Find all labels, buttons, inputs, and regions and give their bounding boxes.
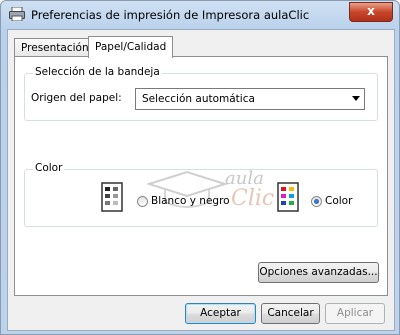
advanced-options-button[interactable]: Opciones avanzadas... xyxy=(258,262,379,283)
paper-source-value: Selección automática xyxy=(142,93,255,105)
color-printer-icon xyxy=(277,182,299,212)
printer-icon xyxy=(9,7,25,21)
radio-color[interactable] xyxy=(311,196,322,207)
paper-source-select[interactable]: Selección automática xyxy=(135,88,365,110)
tab-papel-calidad[interactable]: Papel/Calidad xyxy=(88,36,174,58)
window-title: Preferencias de impresión de Impresora a… xyxy=(31,8,310,22)
tab-presentacion[interactable]: Presentación xyxy=(14,38,96,57)
tray-group: Selección de la bandeja Origen del papel… xyxy=(24,66,378,121)
radio-blanco-y-negro-label: Blanco y negro xyxy=(151,195,230,207)
chevron-down-icon xyxy=(352,96,360,101)
dialog-window: Preferencias de impresión de Impresora a… xyxy=(0,0,400,335)
color-group: Color aula Clic Blanco y negro Color xyxy=(24,162,378,227)
close-icon: x xyxy=(367,4,375,18)
ok-button[interactable]: Aceptar xyxy=(185,303,256,324)
dialog-client: Presentación Papel/Calidad Selección de … xyxy=(7,29,395,331)
tab-panel: Selección de la bandeja Origen del papel… xyxy=(14,56,388,296)
watermark-text-bottom: Clic xyxy=(231,186,275,211)
tray-group-legend: Selección de la bandeja xyxy=(33,66,162,78)
radio-color-label: Color xyxy=(325,195,353,207)
close-button[interactable]: x xyxy=(349,2,393,22)
color-group-legend: Color xyxy=(33,162,65,174)
grayscale-printer-icon xyxy=(101,182,123,212)
title-bar[interactable]: Preferencias de impresión de Impresora a… xyxy=(1,1,399,29)
radio-blanco-y-negro[interactable] xyxy=(137,196,148,207)
paper-source-label: Origen del papel: xyxy=(31,92,122,104)
apply-button[interactable]: Aplicar xyxy=(325,303,385,324)
cancel-button[interactable]: Cancelar xyxy=(261,303,320,324)
